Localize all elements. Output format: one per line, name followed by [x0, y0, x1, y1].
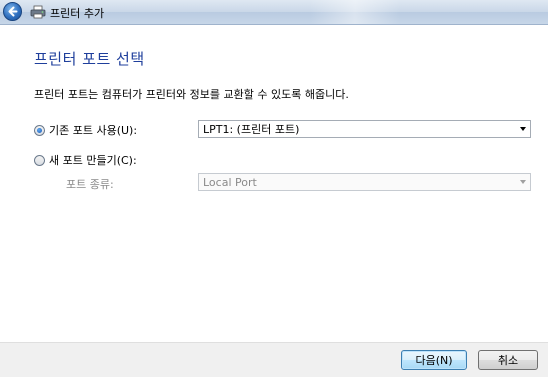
page-description: 프린터 포트는 컴퓨터가 프린터와 정보를 교환할 수 있도록 해줍니다.: [34, 88, 349, 101]
create-new-port-label: 새 포트 만들기(C):: [49, 154, 137, 167]
use-existing-port-option[interactable]: 기존 포트 사용(U):: [34, 122, 137, 138]
existing-port-select[interactable]: LPT1: (프린터 포트): [198, 120, 531, 138]
port-type-label: 포트 종류:: [66, 178, 114, 191]
back-button[interactable]: [3, 2, 22, 21]
use-existing-port-radio[interactable]: [34, 124, 45, 136]
window-title: 프린터 추가: [50, 7, 105, 20]
chevron-down-icon: [520, 180, 526, 184]
chevron-down-icon: [520, 127, 526, 131]
radio-selected-dot: [37, 127, 42, 133]
create-new-port-option[interactable]: 새 포트 만들기(C):: [34, 152, 137, 168]
add-printer-wizard: 프린터 추가 프린터 포트 선택 프린터 포트는 컴퓨터가 프린터와 정보를 교…: [0, 0, 548, 377]
back-arrow-icon: [8, 6, 18, 17]
title-bar: 프린터 추가: [0, 0, 548, 25]
title-bar-glass: [310, 0, 400, 24]
next-button[interactable]: 다음(N): [401, 350, 467, 370]
use-existing-port-label: 기존 포트 사용(U):: [49, 124, 138, 137]
port-type-select[interactable]: Local Port: [198, 173, 531, 191]
create-new-port-radio[interactable]: [34, 154, 45, 166]
port-type-value: Local Port: [203, 175, 257, 189]
printer-icon: [30, 5, 46, 19]
page-title: 프린터 포트 선택: [34, 50, 145, 68]
cancel-button[interactable]: 취소: [478, 350, 538, 370]
existing-port-value: LPT1: (프린터 포트): [203, 123, 300, 136]
